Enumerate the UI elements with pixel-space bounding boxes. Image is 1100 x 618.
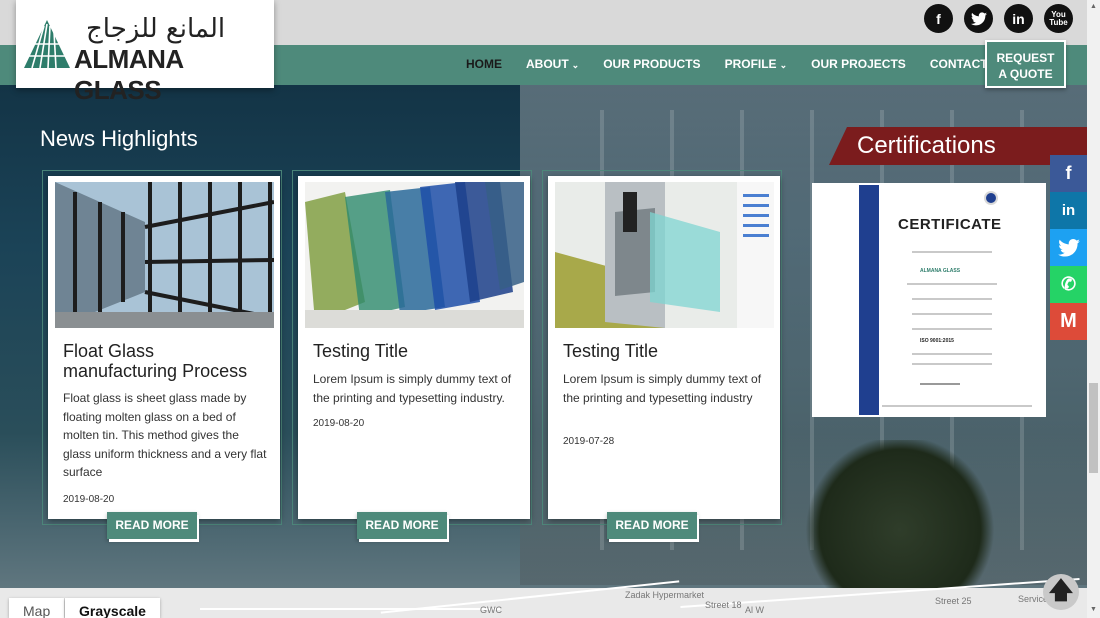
read-more-button[interactable]: READ MORE	[357, 512, 447, 539]
certifications-title: Certifications	[857, 132, 996, 159]
arrow-up-icon: 🡅	[1048, 577, 1074, 604]
logo-arabic-text: المانع للزجاج	[86, 14, 226, 44]
brand-logo[interactable]: المانع للزجاج ALMANA GLASS	[16, 0, 274, 105]
card-description: Lorem Ipsum is simply dummy text of the …	[563, 372, 762, 405]
map-tab-grayscale[interactable]: Grayscale	[65, 598, 160, 618]
card-date: 2019-07-28	[563, 436, 615, 447]
chevron-down-icon: ⌄	[571, 60, 580, 70]
social-links: f in You Tube	[924, 4, 1073, 33]
logo-english-text: ALMANA GLASS	[74, 44, 183, 105]
card-title[interactable]: Testing Title	[563, 341, 768, 361]
map-label: GWC	[480, 605, 502, 615]
location-map[interactable]: GWC Zadak Hypermarket Street 18 Street 2…	[0, 578, 1087, 618]
map-label: Al W	[745, 605, 764, 615]
whatsapp-share-icon[interactable]: ✆	[1050, 266, 1087, 303]
nav-products[interactable]: OUR PRODUCTS	[603, 57, 700, 71]
news-card: Testing Title Lorem Ipsum is simply dumm…	[298, 176, 530, 519]
read-more-button[interactable]: READ MORE	[107, 512, 197, 539]
twitter-icon[interactable]	[964, 4, 993, 33]
facebook-share-icon[interactable]: f	[1050, 155, 1087, 192]
card-title[interactable]: Testing Title	[313, 341, 518, 361]
nav-projects[interactable]: OUR PROJECTS	[811, 57, 906, 71]
nav-profile[interactable]: PROFILE ⌄	[725, 57, 788, 71]
card-date: 2019-08-20	[63, 494, 115, 505]
card-title[interactable]: Float Glass manufacturing Process	[63, 341, 268, 381]
facebook-icon[interactable]: f	[924, 4, 953, 33]
certificate-text-line	[912, 298, 992, 300]
scroll-down-arrow-icon[interactable]: ▼	[1090, 606, 1097, 613]
page-scrollbar[interactable]: ▲ ▼	[1087, 0, 1100, 618]
linkedin-icon[interactable]: in	[1004, 4, 1033, 33]
scroll-to-top-button[interactable]: 🡅	[1043, 574, 1079, 610]
nav-home[interactable]: HOME	[466, 57, 502, 71]
card-image-3d-model[interactable]	[555, 182, 774, 328]
map-tab-map[interactable]: Map	[9, 598, 65, 618]
linkedin-share-icon[interactable]: in	[1050, 192, 1087, 229]
card-image-glass-panels[interactable]	[305, 182, 524, 328]
tree-silhouette	[800, 440, 1000, 590]
certificate-image[interactable]: CERTIFICATE ALMANA GLASS ISO 9001:2015	[812, 183, 1046, 417]
quote-line-1: REQUEST	[996, 51, 1055, 65]
certificate-company: ALMANA GLASS	[920, 268, 961, 274]
certificate-standard: ISO 9001:2015	[920, 338, 954, 344]
scroll-up-arrow-icon[interactable]: ▲	[1090, 3, 1097, 10]
nav-about[interactable]: ABOUT ⌄	[526, 57, 579, 71]
gmail-share-icon[interactable]: M	[1050, 303, 1087, 340]
main-navigation: HOME ABOUT ⌄ OUR PRODUCTS PROFILE ⌄ OUR PR…	[466, 57, 1032, 71]
certificate-text-line	[912, 353, 992, 355]
scrollbar-thumb[interactable]	[1089, 383, 1098, 473]
map-label: Street 25	[935, 596, 972, 606]
logo-mark-icon	[24, 20, 70, 68]
certification-seal-icon	[984, 191, 998, 205]
youtube-icon[interactable]: You Tube	[1044, 4, 1073, 33]
card-image-glass-facade[interactable]	[55, 182, 274, 328]
news-section-title: News Highlights	[40, 126, 198, 151]
card-description: Lorem Ipsum is simply dummy text of the …	[313, 372, 512, 405]
certificate-text-line	[912, 328, 992, 330]
map-road	[200, 608, 500, 610]
map-label: Zadak Hypermarket	[625, 590, 705, 600]
certificate-text-line	[912, 313, 992, 315]
certificate-heading: CERTIFICATE	[898, 216, 1002, 233]
map-label: Street 18	[705, 600, 742, 610]
news-card: Float Glass manufacturing Process Float …	[48, 176, 280, 519]
certificate-text-line	[912, 251, 992, 253]
news-card: Testing Title Lorem Ipsum is simply dumm…	[548, 176, 780, 519]
card-description: Float glass is sheet glass made by float…	[63, 391, 267, 479]
certificate-text-line	[907, 283, 997, 285]
certificate-signature	[920, 383, 960, 385]
certificate-footer-line	[882, 405, 1032, 407]
nav-profile-label: PROFILE	[724, 57, 777, 71]
certificate-text-line	[912, 363, 992, 365]
certificate-stripe	[859, 185, 879, 415]
nav-about-label: ABOUT	[526, 57, 569, 71]
quote-line-2: A QUOTE	[998, 67, 1053, 81]
twitter-share-icon[interactable]	[1050, 229, 1087, 266]
read-more-button[interactable]: READ MORE	[607, 512, 697, 539]
request-quote-button[interactable]: REQUEST A QUOTE	[985, 40, 1066, 88]
card-date: 2019-08-20	[313, 418, 365, 429]
chevron-down-icon: ⌄	[779, 60, 788, 70]
